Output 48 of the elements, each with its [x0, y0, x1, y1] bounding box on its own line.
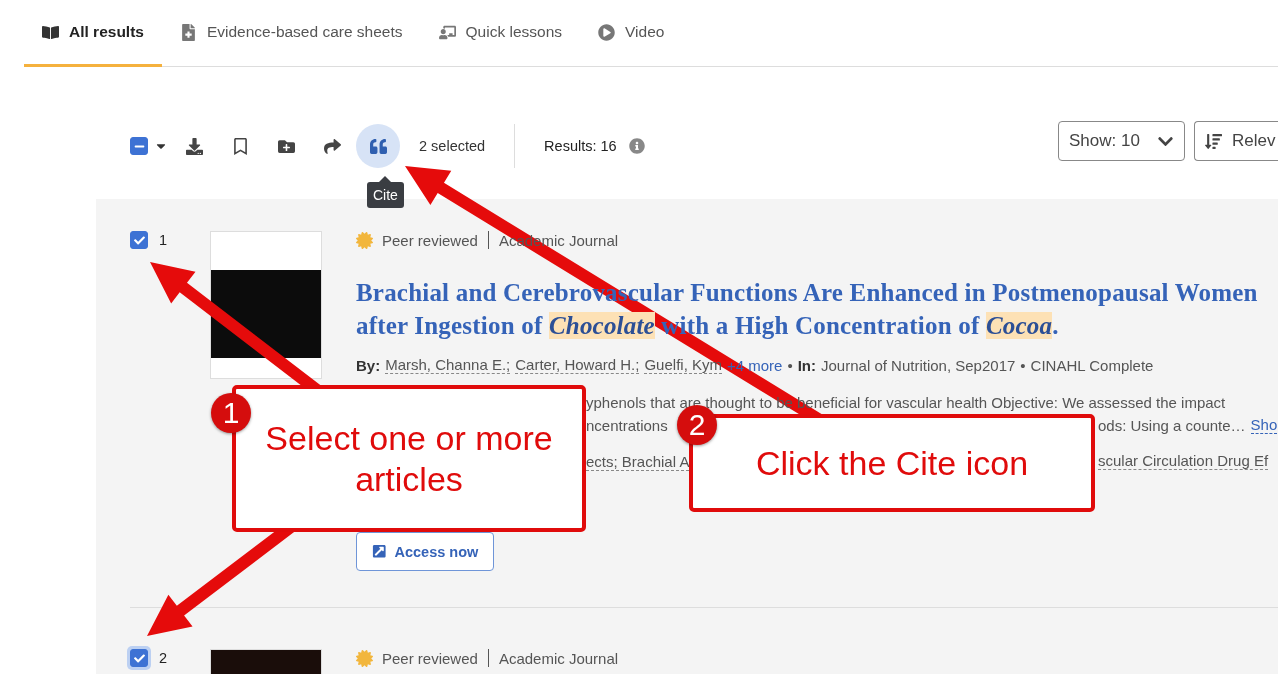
- selected-count: 2 selected: [419, 138, 486, 154]
- abstract-text: ncentrations: [586, 417, 668, 434]
- row-checkbox[interactable]: [130, 231, 148, 249]
- access-button[interactable]: Access now: [356, 532, 495, 571]
- abstract-text: ods: Using a counte…: [1098, 417, 1246, 434]
- database-text: CINAHL Complete: [1030, 356, 1154, 374]
- check-icon: [133, 234, 145, 246]
- results-count: Results: 16: [544, 138, 617, 154]
- result-number: 1: [159, 232, 168, 248]
- tab[interactable]: All results: [24, 0, 162, 67]
- separator: •: [787, 356, 793, 374]
- show-more-link[interactable]: Sho: [1250, 416, 1278, 434]
- row-checkbox[interactable]: [130, 649, 148, 667]
- badge-icon: [356, 231, 373, 249]
- book-icon: [42, 23, 59, 41]
- share-icon: [323, 137, 341, 155]
- author-link[interactable]: Carter, Howard H.;: [515, 356, 640, 374]
- external-link-icon: [372, 544, 387, 559]
- peer-reviewed-label: Peer reviewed: [382, 649, 478, 667]
- subject-text: scular Circulation Drug Ef: [1098, 452, 1269, 470]
- sort-icon: [1205, 132, 1222, 150]
- bookmark-icon: [231, 137, 249, 155]
- tab[interactable]: Video: [580, 0, 683, 67]
- check-icon: [133, 652, 145, 664]
- tab[interactable]: Evidence-based care sheets: [161, 0, 421, 67]
- publication-type: Academic Journal: [498, 649, 619, 667]
- show-select[interactable]: Show: 10: [1058, 121, 1185, 161]
- info-icon[interactable]: [628, 138, 645, 154]
- more-authors-link[interactable]: +4 more: [727, 356, 783, 374]
- select-all-checkbox[interactable]: [130, 137, 148, 155]
- by-label: By:: [356, 356, 381, 374]
- tooltip: Cite: [367, 176, 404, 208]
- play-icon: [598, 23, 616, 41]
- badge-icon: [356, 649, 373, 667]
- folder-plus-icon: [277, 137, 295, 155]
- separator: •: [1020, 356, 1026, 374]
- presentation-icon: [438, 23, 456, 41]
- tab[interactable]: Quick lessons: [420, 0, 581, 67]
- document-plus-icon: [179, 23, 197, 41]
- quote-icon: [369, 137, 387, 155]
- author-link[interactable]: Marsh, Channa E.;: [385, 356, 511, 374]
- cite-button[interactable]: [356, 124, 400, 168]
- source-text: Journal of Nutrition, Sep2017: [821, 356, 1016, 374]
- sort-button[interactable]: Relev: [1194, 121, 1278, 161]
- result-number: 2: [159, 650, 168, 666]
- in-label: In:: [797, 356, 817, 374]
- peer-reviewed-label: Peer reviewed: [382, 231, 478, 249]
- download-icon: [185, 137, 203, 155]
